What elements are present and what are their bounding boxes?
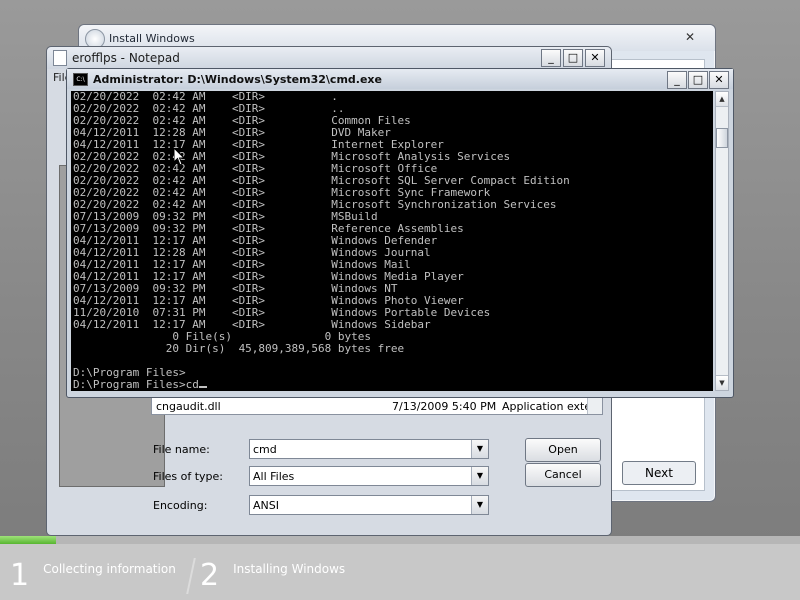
text-cursor: [198, 386, 207, 388]
scroll-up-icon[interactable]: ▲: [716, 92, 728, 107]
setup-progress-footer: 1 Collecting information 2 Installing Wi…: [0, 536, 800, 600]
chevron-down-icon[interactable]: ▼: [471, 440, 488, 458]
step-number: 1: [10, 558, 30, 593]
minimize-button[interactable]: _: [541, 49, 561, 67]
close-icon[interactable]: ✕: [671, 29, 709, 45]
notepad-icon: [53, 50, 67, 66]
close-button[interactable]: ✕: [709, 71, 729, 89]
filetype-select[interactable]: All Files ▼: [249, 466, 489, 486]
progress-bar: [0, 536, 800, 544]
cmd-window: C:\ Administrator: D:\Windows\System32\c…: [66, 68, 734, 398]
console-line: 20 Dir(s) 45,809,389,568 bytes free: [73, 342, 405, 355]
chevron-down-icon[interactable]: ▼: [471, 496, 488, 514]
step-number: 2: [200, 558, 220, 593]
notepad-title: erofflps - Notepad: [72, 51, 180, 65]
cmd-titlebar: C:\ Administrator: D:\Windows\System32\c…: [67, 69, 733, 89]
filetype-label: Files of type:: [153, 469, 224, 483]
cmd-icon: C:\: [73, 72, 88, 86]
file-date: 7/13/2009 5:40 PM: [392, 400, 497, 413]
open-button[interactable]: Open: [525, 438, 601, 462]
cancel-button[interactable]: Cancel: [525, 463, 601, 487]
cmd-scrollbar[interactable]: ▲ ▼: [715, 91, 729, 391]
encoding-row: Encoding: ANSI ▼: [153, 495, 489, 515]
filename-field[interactable]: cmd ▼: [249, 439, 489, 459]
step-label: Collecting information: [43, 562, 176, 576]
scroll-thumb[interactable]: [716, 128, 728, 148]
console-lines: 02/20/2022 02:42 AM <DIR> . 02/20/2022 02…: [73, 91, 570, 391]
filetype-row: Files of type: All Files ▼: [153, 466, 489, 486]
encoding-label: Encoding:: [153, 498, 208, 512]
chevron-down-icon[interactable]: ▼: [471, 467, 488, 485]
step-collecting: 1 Collecting information: [10, 558, 176, 594]
notepad-titlebar: erofflps - Notepad: [47, 47, 611, 69]
maximize-button[interactable]: □: [688, 71, 708, 89]
maximize-button[interactable]: □: [563, 49, 583, 67]
notepad-window-buttons: _ □ ✕: [541, 49, 605, 67]
file-name: cngaudit.dll: [156, 400, 221, 413]
minimize-button[interactable]: _: [667, 71, 687, 89]
cmd-title: Administrator: D:\Windows\System32\cmd.e…: [93, 72, 382, 86]
filename-label: File name:: [153, 442, 210, 456]
close-button[interactable]: ✕: [585, 49, 605, 67]
encoding-value: ANSI: [253, 499, 279, 512]
cmd-window-buttons: _ □ ✕: [667, 71, 729, 89]
step-label: Installing Windows: [233, 562, 346, 576]
console-line: D:\Program Files>cd: [73, 379, 570, 391]
filename-row: File name: cmd ▼: [153, 439, 489, 459]
next-button[interactable]: Next: [622, 461, 696, 485]
scroll-down-icon[interactable]: ▼: [716, 375, 728, 390]
filetype-value: All Files: [253, 470, 295, 483]
encoding-select[interactable]: ANSI ▼: [249, 495, 489, 515]
progress-fill: [0, 536, 56, 544]
list-item[interactable]: cngaudit.dll 7/13/2009 5:40 PM Applicati…: [156, 400, 602, 413]
setup-title: Install Windows: [109, 31, 195, 45]
filename-value: cmd: [253, 443, 277, 456]
console-output[interactable]: 02/20/2022 02:42 AM <DIR> . 02/20/2022 02…: [71, 91, 713, 391]
step-installing: 2 Installing Windows: [200, 558, 345, 594]
